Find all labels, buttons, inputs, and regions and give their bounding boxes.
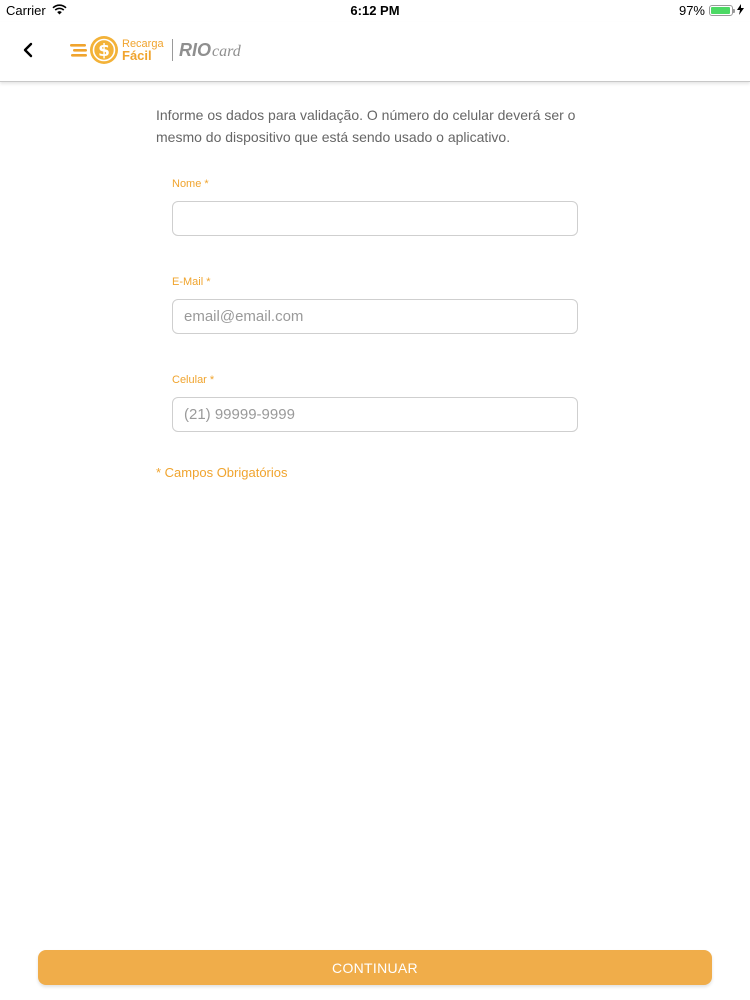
email-label: E-Mail * [172,276,211,288]
logo-divider [172,39,173,61]
battery-icon [709,5,735,16]
status-right: 97% [679,3,744,18]
logo-card-text: card [212,43,242,60]
email-input[interactable] [172,299,578,334]
chevron-left-icon [22,42,34,63]
required-fields-note: * Campos Obrigatórios [156,465,288,480]
riocard-logo: RIO card [179,40,242,60]
phone-label: Celular * [172,374,215,386]
app-logo: $ Recarga Fácil RIO card [70,32,245,68]
continue-button[interactable]: CONTINUAR [38,950,712,985]
logo-facil-text: Fácil [122,48,152,63]
logo-rio-text: RIO [179,40,211,60]
name-input[interactable] [172,201,578,236]
charging-bolt-icon [737,3,744,18]
recarga-facil-logo: $ Recarga Fácil [70,36,164,64]
battery-fill [711,7,731,14]
name-label: Nome * [172,178,209,190]
phone-input[interactable] [172,397,578,432]
status-time: 6:12 PM [350,3,400,18]
back-button[interactable] [14,38,42,66]
status-bar: Carrier 6:12 PM 97% [0,0,750,22]
intro-text: Informe os dados para validação. O númer… [156,107,576,145]
battery-percent: 97% [678,3,705,18]
svg-text:$: $ [98,41,110,61]
navigation-bar: $ Recarga Fácil RIO card [0,22,750,82]
